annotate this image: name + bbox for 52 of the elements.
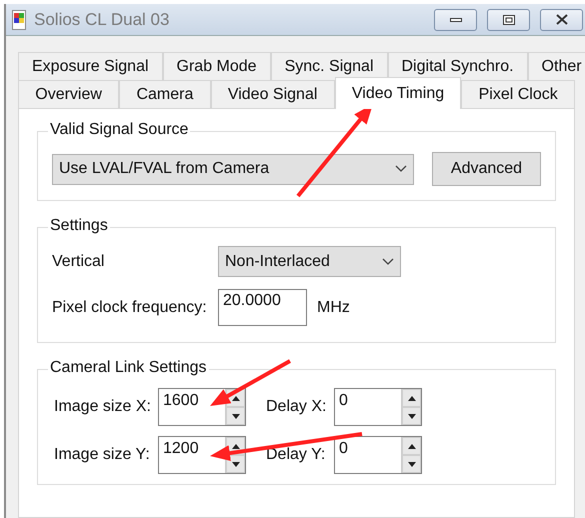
up-button[interactable] (402, 437, 421, 455)
minimize-button[interactable] (434, 8, 477, 30)
field-label: Image size Y: (53, 446, 151, 464)
chevron-down-icon (395, 165, 407, 173)
close-icon (556, 14, 568, 25)
down-button[interactable] (226, 407, 245, 425)
delay-spinbox[interactable]: 0 (334, 436, 422, 474)
up-button[interactable] (402, 389, 421, 407)
field-label: Delay X: (265, 398, 328, 416)
field-label: Image size X: (53, 398, 152, 416)
down-arrow-icon (408, 462, 416, 466)
down-arrow-icon (232, 414, 240, 418)
field-label: Pixel clock frequency: (52, 298, 208, 316)
up-arrow-icon (232, 444, 240, 448)
tab[interactable]: Camera (119, 80, 211, 108)
tab[interactable]: Exposure Signal (18, 52, 163, 80)
size-spinbox[interactable]: 1600 (158, 388, 246, 426)
vertical-dropdown[interactable]: Non-Interlaced (218, 246, 401, 277)
advanced-button[interactable]: Advanced (432, 152, 541, 186)
down-button[interactable] (402, 455, 421, 473)
up-arrow-icon (408, 444, 416, 448)
up-arrow-icon (232, 396, 240, 400)
down-arrow-icon (232, 462, 240, 466)
tab[interactable]: Pixel Clock (461, 80, 575, 108)
window-title: Solios CL Dual 03 (34, 10, 170, 30)
tab[interactable]: Overview (18, 80, 120, 108)
chevron-down-icon (382, 258, 394, 266)
field-label: Vertical (52, 252, 106, 270)
maximize-button[interactable] (487, 8, 530, 30)
tab[interactable]: Other (528, 52, 585, 80)
group-title: Valid Signal Source (48, 121, 190, 139)
tab[interactable]: Sync. Signal (270, 52, 388, 80)
app-icon (12, 10, 26, 30)
group-title: Settings (48, 217, 110, 235)
tab[interactable]: Video Signal (210, 80, 335, 108)
group-title: Cameral Link Settings (48, 359, 209, 377)
tab[interactable]: Digital Synchro. (388, 52, 528, 80)
down-button[interactable] (226, 455, 245, 473)
tab[interactable]: Grab Mode (162, 52, 271, 80)
down-arrow-icon (408, 414, 416, 418)
unit-label: MHz (317, 298, 350, 316)
frequency-field[interactable]: 20.0000 (218, 289, 307, 326)
signal-source-dropdown[interactable]: Use LVAL/FVAL from Camera (52, 154, 414, 184)
tab[interactable]: Video Timing (334, 77, 462, 109)
minimize-icon (450, 18, 462, 22)
delay-spinbox[interactable]: 0 (334, 388, 422, 426)
close-button[interactable] (540, 8, 583, 30)
size-spinbox[interactable]: 1200 (158, 436, 246, 474)
down-button[interactable] (402, 407, 421, 425)
restore-icon (502, 14, 514, 24)
up-arrow-icon (408, 396, 416, 400)
field-label: Delay Y: (265, 446, 326, 464)
